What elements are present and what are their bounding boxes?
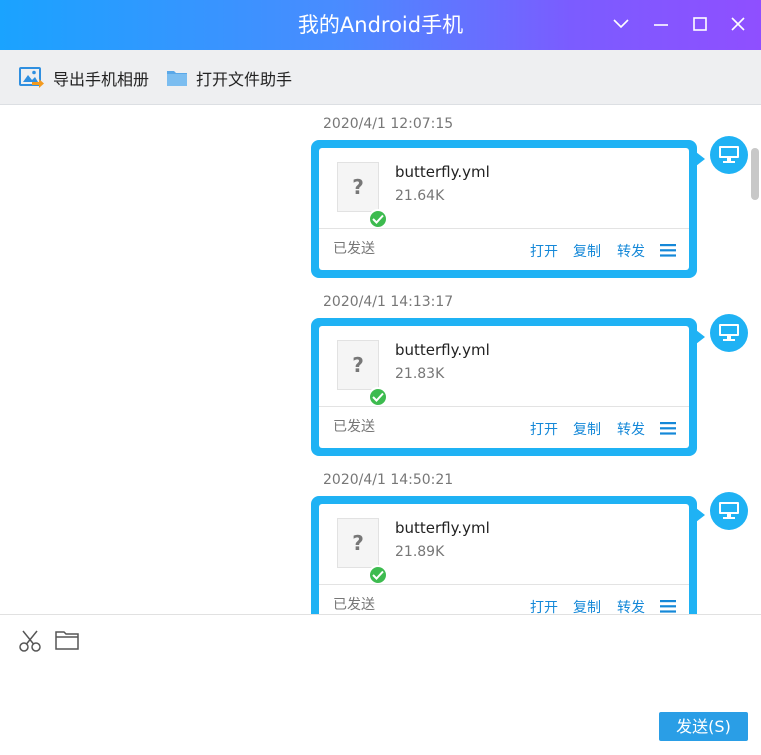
send-status: 已发送 (333, 419, 375, 435)
forward-link[interactable]: 转发 (617, 419, 645, 439)
menu-icon[interactable] (660, 244, 676, 257)
file-bubble: ? butterfly.yml 21.89K 已发送 打开 复制 转发 (311, 496, 705, 614)
message-timestamp: 2020/4/1 12:07:15 (323, 116, 454, 132)
message-item: 2020/4/1 14:13:17 ? butterfly.yml 21.83K… (0, 284, 761, 462)
check-icon (368, 565, 388, 585)
close-button[interactable] (726, 12, 750, 36)
title-bar: 我的Android手机 (0, 0, 761, 50)
window-title: 我的Android手机 (297, 13, 464, 37)
divider (319, 584, 689, 585)
scrollbar-thumb[interactable] (751, 148, 759, 200)
chat-area[interactable]: 2020/4/1 12:07:15 ? butterfly.yml 21.64K… (0, 106, 761, 614)
unknown-file-icon[interactable]: ? (337, 162, 388, 229)
open-file-helper-label: 打开文件助手 (196, 69, 293, 89)
file-size: 21.64K (395, 188, 445, 204)
file-size: 21.83K (395, 366, 445, 382)
computer-avatar-icon (710, 492, 748, 530)
export-album-label: 导出手机相册 (53, 69, 150, 89)
minimize-button[interactable] (649, 12, 673, 36)
file-card[interactable]: ? butterfly.yml 21.64K 已发送 打开 复制 转发 (319, 148, 689, 270)
file-name: butterfly.yml (395, 341, 490, 359)
file-card[interactable]: ? butterfly.yml 21.83K 已发送 打开 复制 转发 (319, 326, 689, 448)
file-name: butterfly.yml (395, 163, 490, 181)
menu-icon[interactable] (660, 600, 676, 613)
file-bubble: ? butterfly.yml 21.64K 已发送 打开 复制 转发 (311, 140, 705, 278)
maximize-button[interactable] (688, 12, 712, 36)
chevron-down-icon[interactable] (609, 12, 633, 36)
forward-link[interactable]: 转发 (617, 241, 645, 261)
open-link[interactable]: 打开 (530, 597, 558, 614)
message-timestamp: 2020/4/1 14:13:17 (323, 294, 454, 310)
message-item: 2020/4/1 12:07:15 ? butterfly.yml 21.64K… (0, 106, 761, 284)
open-link[interactable]: 打开 (530, 419, 558, 439)
folder-icon[interactable] (55, 629, 79, 651)
open-link[interactable]: 打开 (530, 241, 558, 261)
send-status: 已发送 (333, 597, 375, 613)
scissors-icon[interactable] (18, 629, 42, 653)
message-timestamp: 2020/4/1 14:50:21 (323, 472, 454, 488)
open-file-helper-button[interactable]: 打开文件助手 (166, 50, 292, 105)
input-area[interactable]: 发送(S) (0, 614, 761, 755)
computer-avatar-icon (710, 314, 748, 352)
divider (319, 228, 689, 229)
export-album-button[interactable]: 导出手机相册 (19, 50, 149, 105)
menu-icon[interactable] (660, 422, 676, 435)
forward-link[interactable]: 转发 (617, 597, 645, 614)
copy-link[interactable]: 复制 (573, 241, 601, 261)
check-icon (368, 209, 388, 229)
image-export-icon (19, 66, 44, 88)
file-bubble: ? butterfly.yml 21.83K 已发送 打开 复制 转发 (311, 318, 705, 456)
divider (319, 406, 689, 407)
computer-avatar-icon (710, 136, 748, 174)
check-icon (368, 387, 388, 407)
unknown-file-icon[interactable]: ? (337, 340, 388, 407)
copy-link[interactable]: 复制 (573, 419, 601, 439)
scrollbar[interactable] (749, 106, 761, 614)
toolbar: 导出手机相册 打开文件助手 (0, 50, 761, 105)
message-item: 2020/4/1 14:50:21 ? butterfly.yml 21.89K… (0, 462, 761, 614)
unknown-file-icon[interactable]: ? (337, 518, 388, 585)
file-size: 21.89K (395, 544, 445, 560)
folder-icon (167, 70, 187, 86)
file-name: butterfly.yml (395, 519, 490, 537)
copy-link[interactable]: 复制 (573, 597, 601, 614)
file-card[interactable]: ? butterfly.yml 21.89K 已发送 打开 复制 转发 (319, 504, 689, 614)
send-button[interactable]: 发送(S) (659, 712, 748, 741)
send-status: 已发送 (333, 241, 375, 257)
